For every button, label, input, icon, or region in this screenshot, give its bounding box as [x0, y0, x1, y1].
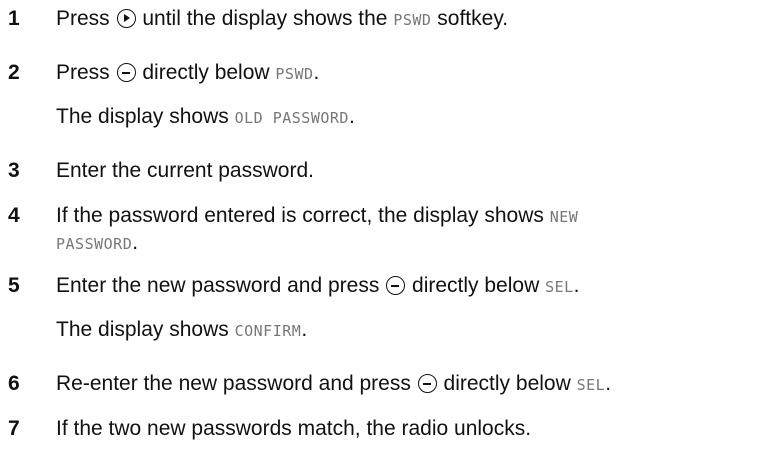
step-text-part: Press	[56, 61, 116, 84]
step-text-part: .	[605, 372, 612, 395]
step-text-part: The display shows	[56, 105, 235, 128]
step-text-part: directly below	[437, 372, 577, 395]
step-text-part: Enter the current password.	[56, 159, 314, 182]
step-text-part: directly below	[136, 61, 276, 84]
step-text-part: If the two new passwords match, the radi…	[56, 417, 532, 440]
step-text-part: until the display shows the	[136, 7, 394, 30]
step-text-part: The display shows	[56, 318, 235, 341]
step-text: Enter the new password and press directl…	[56, 273, 580, 300]
display-text: NEW	[549, 208, 579, 226]
display-text: PSWD	[393, 11, 432, 29]
display-text: SEL	[545, 278, 574, 296]
step-text-part: Re-enter the new password and press	[56, 372, 417, 395]
step-number: 3	[8, 159, 20, 182]
display-text: SEL	[576, 376, 606, 394]
display-text: PASSWORD	[56, 235, 133, 253]
step-text-part: .	[132, 231, 139, 254]
step-text-part: .	[348, 105, 355, 128]
step-text-part: .	[301, 318, 308, 341]
step-number: 4	[8, 204, 20, 227]
step-number: 7	[8, 417, 20, 440]
step-number: 5	[8, 274, 20, 297]
display-text: OLD PASSWORD	[234, 109, 349, 127]
minus-softkey-button-icon	[116, 63, 136, 82]
step-text: Enter the current password.	[56, 158, 314, 184]
step-number: 2	[8, 61, 20, 84]
step-text: Re-enter the new password and press dire…	[56, 371, 611, 398]
step-text-part: softkey.	[431, 7, 509, 30]
step-text-part: Enter the new password and press	[56, 274, 386, 297]
step-subtext: The display shows CONFIRM.	[56, 317, 307, 344]
step-text: Press until the display shows the PSWD s…	[56, 6, 508, 33]
step-text: If the password entered is correct, the …	[56, 203, 578, 230]
step-text: If the two new passwords match, the radi…	[56, 416, 531, 442]
step-text-part: Press	[56, 7, 116, 30]
display-text: CONFIRM	[234, 322, 302, 340]
step-text-part: If the password entered is correct, the …	[56, 204, 550, 227]
step-number: 6	[8, 372, 20, 395]
step-text-continued: PASSWORD.	[56, 230, 138, 257]
display-text: PSWD	[275, 65, 314, 83]
step-text-part: directly below	[406, 274, 546, 297]
step-text-part: .	[313, 61, 320, 84]
step-text: Press directly below PSWD.	[56, 60, 319, 87]
minus-softkey-button-icon	[417, 374, 437, 393]
step-number: 1	[8, 7, 20, 30]
right-arrow-button-icon	[116, 9, 136, 28]
step-text-part: .	[573, 274, 580, 297]
procedure-document: 1 Press until the display shows the PSWD…	[0, 0, 765, 450]
step-subtext: The display shows OLD PASSWORD.	[56, 104, 355, 131]
minus-softkey-button-icon	[386, 276, 406, 295]
